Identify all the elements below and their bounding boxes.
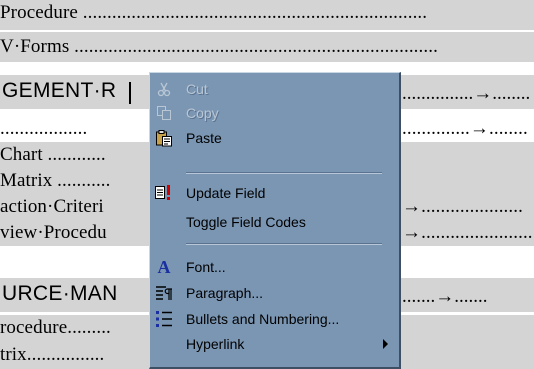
copy-icon [154, 103, 174, 123]
menu-item-label: Copy [186, 105, 219, 121]
menu-item-label: Toggle Field Codes [186, 214, 306, 230]
menu-item-update-field[interactable]: Update Field [150, 181, 400, 205]
scissors-icon [154, 79, 174, 99]
toc-heading-text: URCE·MAN [2, 282, 118, 305]
menu-item-label: Paste [186, 130, 222, 146]
paragraph-icon [154, 283, 174, 303]
submenu-arrow-icon [383, 339, 388, 349]
toc-line[interactable]: Procedure ..............................… [0, 0, 534, 30]
menu-separator [186, 172, 382, 174]
toc-line-leader: →....................... [402, 222, 533, 243]
bullets-icon [154, 309, 174, 329]
paste-icon [154, 128, 174, 148]
menu-item-label: Update Field [186, 185, 266, 201]
toc-line-text: Procedure ..............................… [0, 2, 428, 23]
toc-line-leader: →..................... [402, 196, 523, 217]
menu-item-paste[interactable]: Paste [150, 126, 400, 150]
toc-heading-text: GEMENT·R [2, 79, 117, 102]
menu-separator [186, 243, 382, 245]
menu-item-cut[interactable]: Cut [150, 77, 400, 101]
menu-item-hyperlink[interactable]: Hyperlink [150, 332, 400, 356]
menu-item-label: Font... [186, 259, 226, 275]
menu-item-font[interactable]: A Font... [150, 255, 400, 279]
menu-item-bullets-numbering[interactable]: Bullets and Numbering... [150, 307, 400, 331]
menu-item-toggle-field-codes[interactable]: Toggle Field Codes [150, 210, 400, 234]
update-field-icon [154, 183, 174, 203]
font-icon: A [157, 257, 171, 277]
toc-heading-leader: ...............→........ [402, 83, 531, 104]
menu-item-label: Cut [186, 81, 208, 97]
toc-line[interactable]: V·Forms ................................… [0, 32, 534, 62]
menu-item-label: Paragraph... [186, 285, 264, 301]
menu-item-label: Hyperlink [186, 336, 245, 352]
toc-line-leader: ..............→........ [402, 118, 528, 139]
toc-heading-leader: .......→....... [402, 286, 488, 307]
context-menu: Cut Copy Paste Update Field Toggle Field… [149, 72, 401, 369]
text-cursor [129, 82, 131, 104]
menu-item-copy[interactable]: Copy [150, 101, 400, 125]
menu-item-label: Bullets and Numbering... [186, 311, 340, 327]
toc-line-text: V·Forms ................................… [0, 36, 438, 57]
menu-item-paragraph[interactable]: Paragraph... [150, 281, 400, 305]
